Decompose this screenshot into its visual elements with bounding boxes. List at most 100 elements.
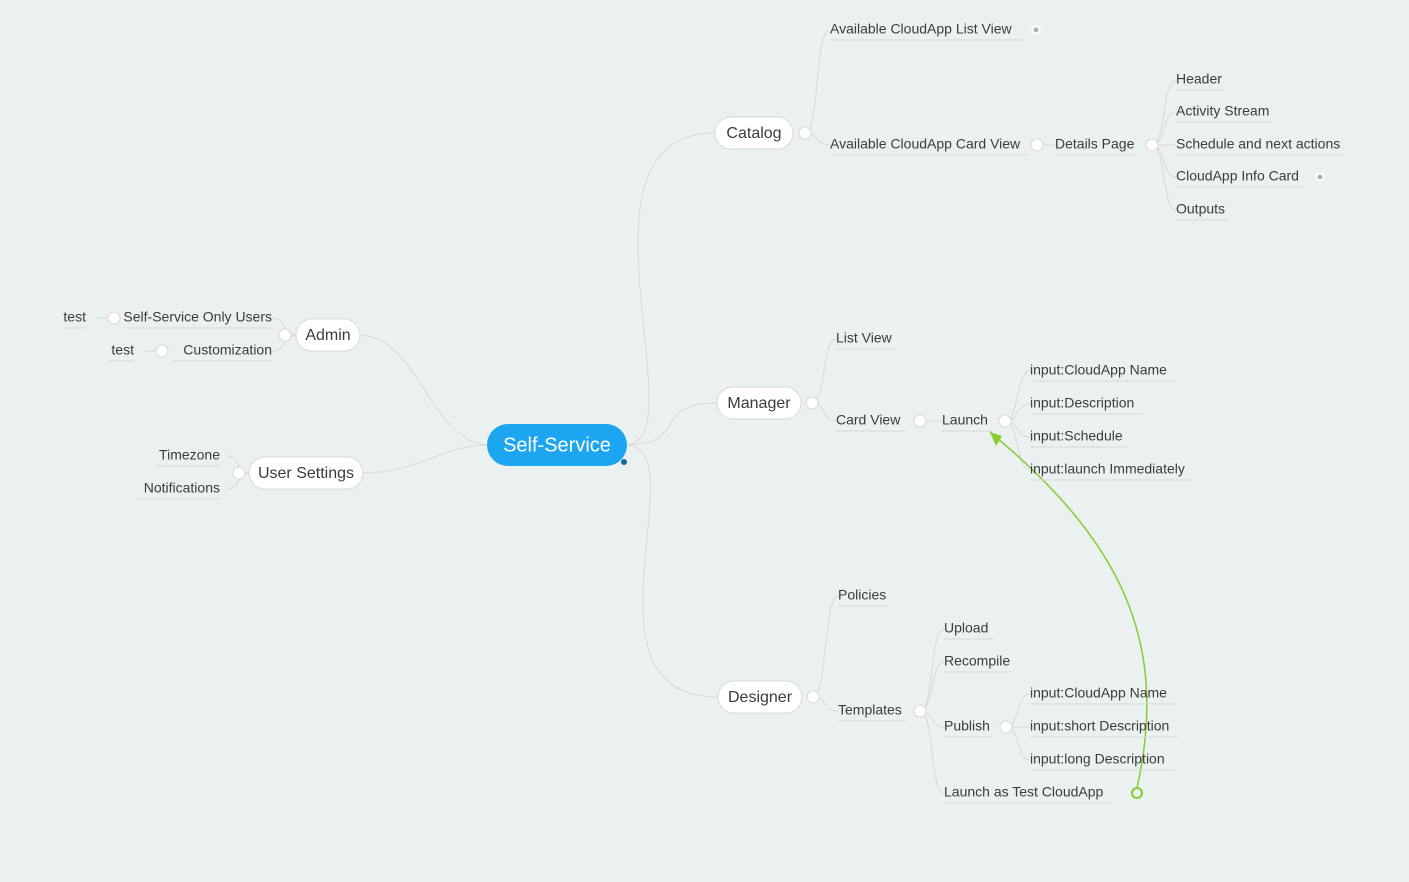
admin-users-test-label: test [63,309,86,325]
branch [625,133,715,445]
details-page-label: Details Page [1055,136,1135,152]
branch [363,445,490,473]
launch-leaf[interactable]: Launch [942,412,992,431]
branch [920,711,944,793]
branch [805,30,830,133]
launch-name-leaf[interactable]: input:CloudApp Name [1030,362,1176,381]
catalog-node[interactable]: Catalog [715,117,793,149]
publish-name-label: input:CloudApp Name [1030,685,1167,701]
manager-node[interactable]: Manager [717,387,801,419]
branch [358,335,490,445]
user-settings-node[interactable]: User Settings [249,457,363,489]
mindmap-canvas[interactable]: Self-Service Catalog Available CloudApp … [0,0,1409,882]
details-activity-leaf[interactable]: Activity Stream [1176,103,1274,122]
branch [625,445,718,697]
junction[interactable] [807,691,819,703]
templates-launchtest-leaf[interactable]: Launch as Test CloudApp [944,784,1114,803]
launch-immediate-label: input:launch Immediately [1030,461,1185,477]
publish-name-leaf[interactable]: input:CloudApp Name [1030,685,1176,704]
junction[interactable] [1146,139,1158,151]
publish-long-label: input:long Description [1030,751,1165,767]
launch-immediate-leaf[interactable]: input:launch Immediately [1030,461,1194,480]
junction[interactable] [999,415,1011,427]
designer-templates-label: Templates [838,702,902,718]
launch-name-label: input:CloudApp Name [1030,362,1167,378]
details-page-leaf[interactable]: Details Page [1055,136,1138,155]
admin-users-leaf[interactable]: Self-Service Only Users [123,309,272,328]
templates-publish-leaf[interactable]: Publish [944,718,992,737]
user-settings-label: User Settings [258,465,354,482]
templates-launchtest-label: Launch as Test CloudApp [944,784,1104,800]
designer-label: Designer [728,689,793,706]
catalog-listview-leaf[interactable]: Available CloudApp List View [830,21,1024,40]
manager-label: Manager [727,395,791,412]
templates-recompile-label: Recompile [944,653,1010,669]
details-activity-label: Activity Stream [1176,103,1269,119]
manager-cardview-label: Card View [836,412,901,428]
settings-notif-leaf[interactable]: Notifications [138,480,220,499]
admin-custom-test-label: test [111,342,134,358]
designer-policies-label: Policies [838,587,886,603]
junction[interactable] [914,415,926,427]
launch-label: Launch [942,412,988,428]
admin-custom-label: Customization [183,342,272,358]
arrow-head-icon [990,432,1002,446]
arrow-origin-ring [1132,788,1142,798]
branch [813,596,838,697]
branch [920,629,944,711]
junction[interactable] [279,329,291,341]
junction[interactable] [108,312,120,324]
cross-link-arrow [990,432,1147,788]
settings-tz-leaf[interactable]: Timezone [156,447,220,466]
designer-node[interactable]: Designer [718,681,802,713]
branch [1152,145,1176,210]
launch-sched-label: input:Schedule [1030,428,1123,444]
admin-users-label: Self-Service Only Users [123,309,272,325]
catalog-listview-label: Available CloudApp List View [830,21,1012,37]
junction[interactable] [233,467,245,479]
branch [812,339,836,403]
catalog-cardview-leaf[interactable]: Available CloudApp Card View [830,136,1028,155]
designer-templates-leaf[interactable]: Templates [838,702,906,721]
catalog-cardview-label: Available CloudApp Card View [830,136,1021,152]
junction[interactable] [1000,721,1012,733]
root-node[interactable]: Self-Service [487,424,627,466]
collapsed-indicator[interactable] [1033,27,1040,34]
junction[interactable] [156,345,168,357]
templates-upload-label: Upload [944,620,988,636]
branch [1005,371,1030,421]
designer-policies-leaf[interactable]: Policies [838,587,890,606]
collapsed-indicator[interactable] [1317,174,1324,181]
junction[interactable] [1031,139,1043,151]
details-schedule-leaf[interactable]: Schedule and next actions [1176,136,1344,155]
admin-custom-leaf[interactable]: Customization [172,342,272,361]
details-infocard-label: CloudApp Info Card [1176,168,1299,184]
settings-tz-label: Timezone [159,447,220,463]
templates-recompile-leaf[interactable]: Recompile [944,653,1012,672]
junction[interactable] [806,397,818,409]
admin-custom-test-leaf[interactable]: test [108,342,134,361]
junction[interactable] [799,127,811,139]
manager-cardview-leaf[interactable]: Card View [836,412,906,431]
launch-sched-leaf[interactable]: input:Schedule [1030,428,1128,447]
launch-desc-label: input:Description [1030,395,1134,411]
publish-long-leaf[interactable]: input:long Description [1030,751,1174,770]
settings-notif-label: Notifications [144,480,220,496]
admin-label: Admin [305,327,350,344]
details-header-label: Header [1176,71,1222,87]
root-label: Self-Service [503,434,611,456]
junction[interactable] [914,705,926,717]
admin-users-test-leaf[interactable]: test [60,309,86,328]
templates-upload-leaf[interactable]: Upload [944,620,994,639]
publish-short-label: input:short Description [1030,718,1169,734]
details-infocard-leaf[interactable]: CloudApp Info Card [1176,168,1304,187]
details-outputs-label: Outputs [1176,201,1225,217]
details-header-leaf[interactable]: Header [1176,71,1226,90]
publish-short-leaf[interactable]: input:short Description [1030,718,1178,737]
root-corner-dot [621,459,627,465]
admin-node[interactable]: Admin [296,319,360,351]
manager-listview-leaf[interactable]: List View [836,330,894,349]
details-outputs-leaf[interactable]: Outputs [1176,201,1228,220]
launch-desc-leaf[interactable]: input:Description [1030,395,1142,414]
details-schedule-label: Schedule and next actions [1176,136,1340,152]
